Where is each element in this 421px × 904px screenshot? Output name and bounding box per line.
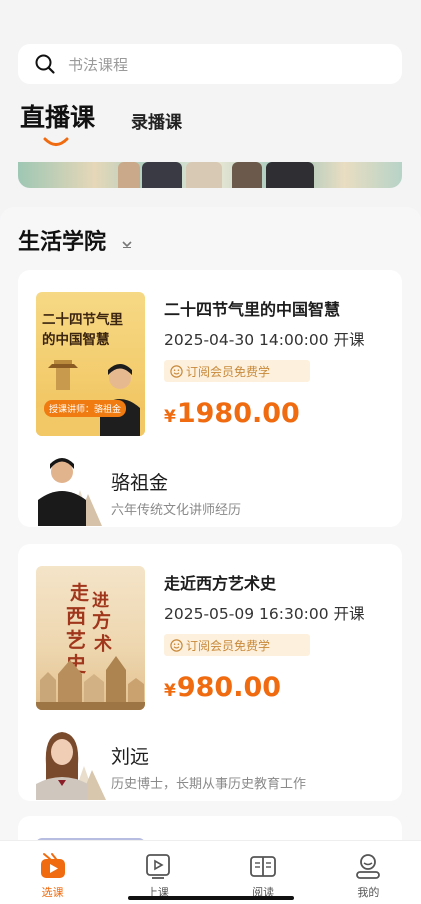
banner-figure: [186, 162, 222, 188]
teacher-name: 刘远: [111, 746, 150, 768]
course-card[interactable]: 走 进 西 方 艺 术 史 走近西方艺术史 2025-05-09 16:30:0…: [18, 544, 402, 801]
smile-icon: [170, 364, 183, 378]
tab-select-course[interactable]: 选课: [0, 841, 105, 904]
currency-symbol: ¥: [164, 407, 176, 427]
badge-label: 订阅会员免费学: [186, 638, 271, 653]
cover-illustration: [36, 360, 145, 436]
badge-label: 订阅会员免费学: [186, 364, 271, 379]
course-start-time: 2025-04-30 14:00:00 开课: [164, 331, 365, 349]
promo-banner[interactable]: [18, 162, 402, 188]
avatar: [32, 724, 110, 800]
banner-figure: [142, 162, 182, 188]
play-video-icon: [38, 851, 68, 881]
cover-title: 二十四节气里: [42, 312, 123, 328]
cover-teacher-tag: 授课讲师：骆祖金: [44, 400, 127, 417]
section-title[interactable]: 生活学院: [18, 224, 106, 256]
member-free-badge: 订阅会员免费学: [164, 360, 310, 382]
banner-figure: [118, 162, 140, 188]
course-start-time: 2025-05-09 16:30:00 开课: [164, 605, 365, 623]
tab-profile[interactable]: 我的: [316, 841, 421, 904]
tab-reading[interactable]: 阅读: [211, 841, 316, 904]
course-title: 二十四节气里的中国智慧: [164, 300, 341, 319]
tab-live-course[interactable]: 直播课: [20, 98, 95, 134]
caret-down-icon[interactable]: [122, 240, 132, 248]
banner-figure: [232, 162, 262, 188]
course-card[interactable]: 二十四节气里 的中国智慧 授课讲师：骆祖金 二十四节气里的中国智慧 2025-0…: [18, 270, 402, 527]
bottom-tab-bar: 选课 上课 阅读 我的: [0, 840, 421, 904]
teacher-description: 历史博士，长期从事历史教育工作: [111, 777, 307, 792]
price-value: 1980.00: [176, 398, 300, 429]
course-title: 走近西方艺术史: [164, 574, 277, 593]
avatar: [32, 450, 110, 526]
currency-symbol: ¥: [164, 681, 176, 701]
search-bar[interactable]: 书法课程: [18, 44, 402, 84]
search-icon: [34, 53, 56, 75]
price-value: 980.00: [176, 672, 282, 703]
banner-figure: [266, 162, 314, 188]
video-frame-icon: [143, 851, 173, 881]
tab-attend-class[interactable]: 上课: [105, 841, 210, 904]
cover-char: 方: [92, 610, 112, 632]
course-price: ¥ 980.00: [164, 672, 281, 703]
active-tab-indicator: [43, 137, 69, 146]
course-cover: 走 进 西 方 艺 术 史: [36, 566, 145, 710]
tab-recorded-course[interactable]: 录播课: [131, 108, 182, 133]
cover-title: 的中国智慧: [42, 332, 110, 348]
course-price: ¥ 1980.00: [164, 398, 300, 429]
member-free-badge: 订阅会员免费学: [164, 634, 310, 656]
search-placeholder: 书法课程: [68, 55, 129, 74]
user-icon: [353, 851, 383, 881]
smile-icon: [170, 638, 183, 652]
cover-illustration: [36, 656, 145, 710]
course-cover: 二十四节气里 的中国智慧 授课讲师：骆祖金: [36, 292, 145, 436]
home-indicator: [128, 896, 294, 900]
teacher-name: 骆祖金: [111, 472, 169, 494]
tab-label: 选课: [41, 886, 64, 899]
book-icon: [248, 851, 278, 881]
tab-label: 我的: [357, 886, 380, 899]
teacher-description: 六年传统文化讲师经历: [111, 503, 242, 518]
cover-char: 术: [94, 634, 112, 655]
